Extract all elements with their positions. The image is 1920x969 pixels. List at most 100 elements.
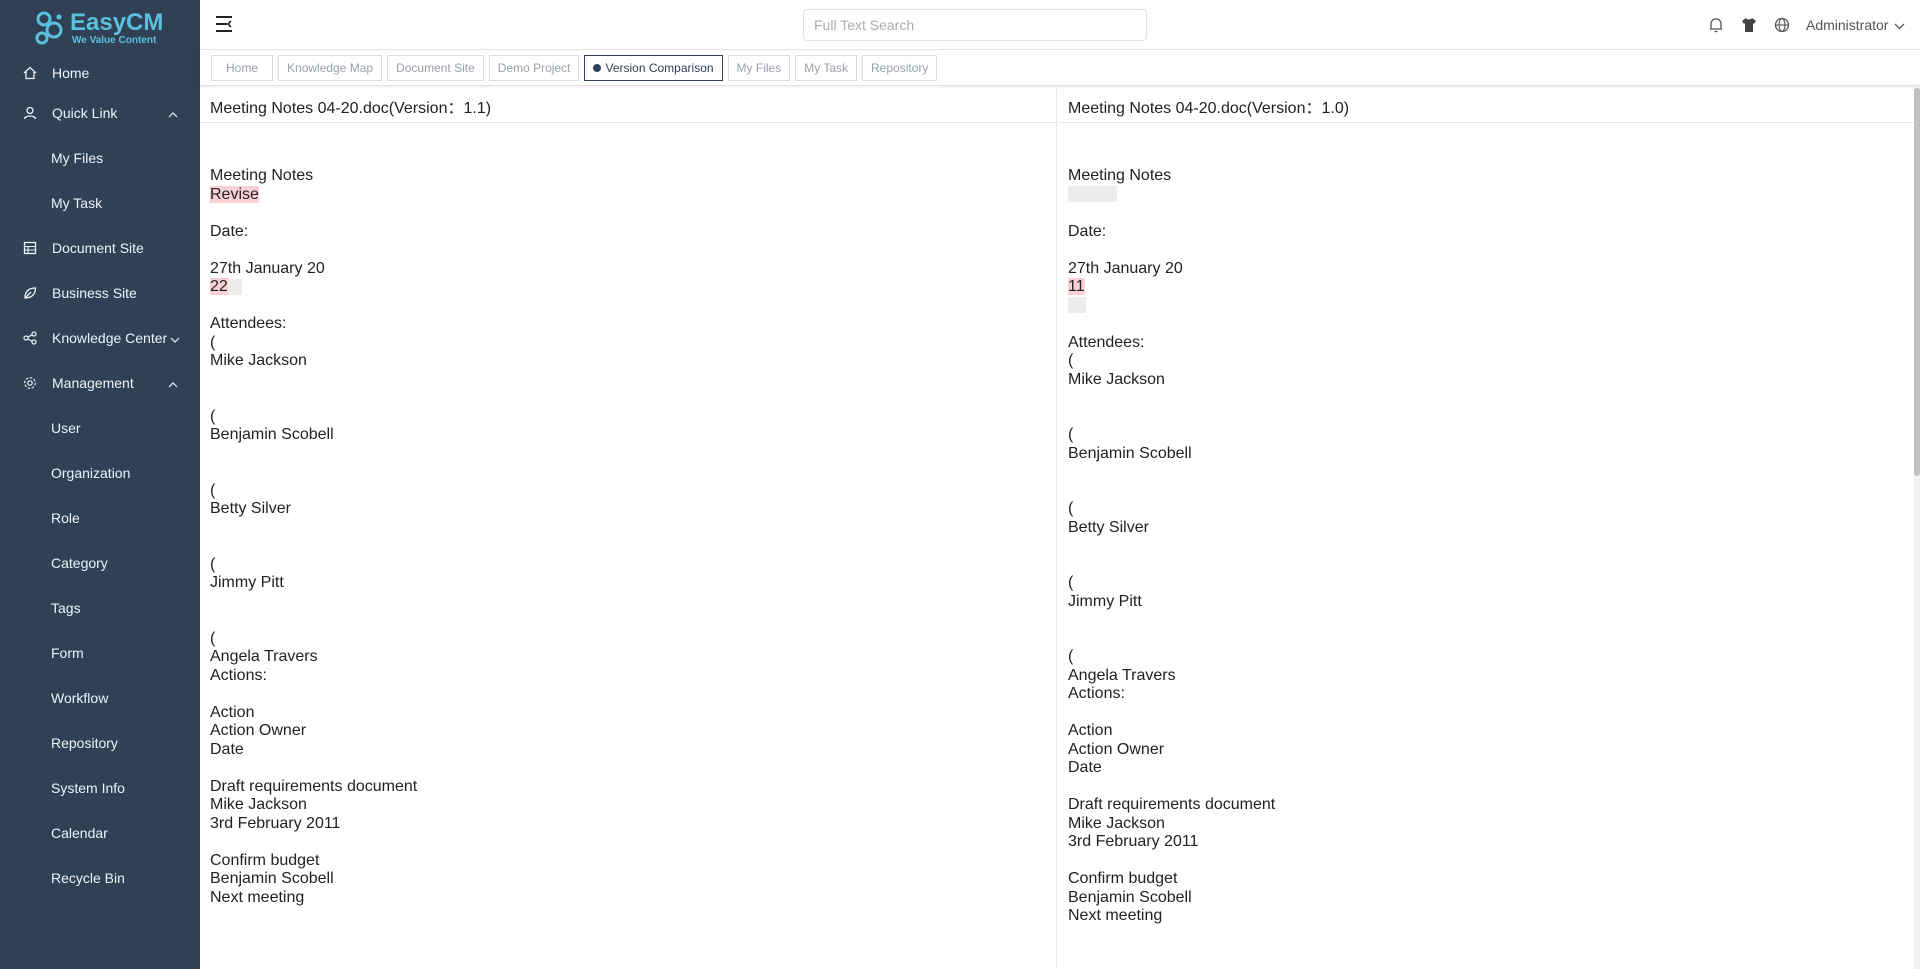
- attendee: Angela Travers: [210, 648, 318, 665]
- paren-text: (: [210, 629, 216, 647]
- tab-document-site[interactable]: Document Site: [387, 54, 484, 81]
- tab-demo-project[interactable]: Demo Project: [488, 54, 580, 81]
- menu-business-site-label: Business Site: [52, 284, 137, 301]
- menu-user[interactable]: User: [0, 405, 200, 450]
- left-document-body: Meeting Notes Revise Date: 27th January …: [200, 123, 1056, 907]
- menu-my-task-label: My Task: [51, 194, 103, 211]
- action-owner: Benjamin Scobell: [1068, 888, 1192, 906]
- vertical-scrollbar[interactable]: [1914, 86, 1920, 969]
- menu-role[interactable]: Role: [0, 495, 200, 540]
- logo-mark-icon: [32, 10, 68, 46]
- user-menu[interactable]: Administrator: [1806, 17, 1905, 33]
- tab-home[interactable]: Home: [211, 54, 274, 81]
- menu-category[interactable]: Category: [0, 540, 200, 585]
- col-date: Date: [1068, 759, 1102, 776]
- tab-demo-project-label: Demo Project: [497, 60, 571, 75]
- empty-placeholder: [1068, 297, 1086, 314]
- paren-text: (: [1068, 426, 1074, 443]
- date-label: Date:: [1068, 222, 1107, 240]
- col-date: Date: [210, 740, 244, 758]
- brand-tagline: We Value Content: [72, 34, 157, 46]
- paren-text: (: [210, 333, 216, 351]
- tab-version-comparison-label: Version Comparison: [605, 60, 714, 75]
- chevron-down-icon: [170, 330, 180, 346]
- menu-workflow[interactable]: Workflow: [0, 675, 200, 720]
- app-logo[interactable]: EasyCM We Value Content: [0, 0, 200, 56]
- paren-text: (: [1068, 352, 1074, 369]
- chevron-up-icon: [168, 375, 178, 391]
- attendee: Benjamin Scobell: [1068, 444, 1192, 462]
- right-version-title: Meeting Notes 04-20.doc(Version：1.0): [1058, 86, 1914, 123]
- menu-tags-label: Tags: [51, 599, 81, 616]
- attendee: Benjamin Scobell: [210, 426, 334, 443]
- shirt-icon[interactable]: [1740, 16, 1758, 34]
- tab-version-comparison[interactable]: Version Comparison: [584, 54, 723, 81]
- user-name: Administrator: [1806, 17, 1889, 33]
- menu-repository[interactable]: Repository: [0, 720, 200, 765]
- tab-knowledge-map[interactable]: Knowledge Map: [278, 54, 383, 81]
- tab-knowledge-map-label: Knowledge Map: [287, 60, 374, 75]
- compare-pane-left: Meeting Notes 04-20.doc(Version：1.1) Mee…: [200, 86, 1057, 969]
- top-header: Administrator: [200, 0, 1920, 50]
- menu-user-label: User: [51, 419, 81, 436]
- menu-form[interactable]: Form: [0, 630, 200, 675]
- tab-my-task[interactable]: My Task: [795, 54, 858, 81]
- menu-tags[interactable]: Tags: [0, 585, 200, 630]
- menu-calendar[interactable]: Calendar: [0, 810, 200, 855]
- menu-role-label: Role: [51, 509, 80, 526]
- menu-quick-link-label: Quick Link: [52, 104, 118, 121]
- menu-form-label: Form: [51, 644, 84, 661]
- col-owner: Action Owner: [1068, 740, 1165, 758]
- menu-system-info-label: System Info: [51, 779, 125, 796]
- chevron-down-icon: [1894, 17, 1905, 33]
- compare-pane-right: Meeting Notes 04-20.doc(Version：1.0) Mee…: [1058, 86, 1914, 969]
- menu-management[interactable]: Management: [0, 360, 200, 405]
- attendee: Jimmy Pitt: [210, 574, 284, 591]
- leaf-icon: [20, 286, 40, 300]
- user-icon: [20, 106, 40, 120]
- menu-quick-link[interactable]: Quick Link: [0, 90, 200, 135]
- paren-text: (: [1068, 574, 1074, 591]
- date-value: 27th January 20: [1068, 259, 1183, 277]
- menu-organization[interactable]: Organization: [0, 450, 200, 495]
- left-version-title: Meeting Notes 04-20.doc(Version：1.1): [200, 86, 1056, 123]
- globe-icon[interactable]: [1773, 16, 1791, 34]
- right-document-body: Meeting Notes Date: 27th January 20 11 A…: [1058, 123, 1914, 926]
- chevron-up-icon: [168, 105, 178, 121]
- menu-home-label: Home: [52, 65, 90, 81]
- scrollbar-thumb[interactable]: [1914, 88, 1920, 476]
- menu-recycle-bin[interactable]: Recycle Bin: [0, 855, 200, 900]
- version-comparison-content: Meeting Notes 04-20.doc(Version：1.1) Mee…: [200, 86, 1920, 969]
- action-item: Next meeting: [210, 888, 305, 906]
- actions-label: Actions:: [210, 666, 267, 684]
- menu-my-files[interactable]: My Files: [0, 135, 200, 180]
- tab-repository[interactable]: Repository: [862, 54, 938, 81]
- changed-text: 11: [1068, 278, 1085, 295]
- doc-heading: Meeting Notes: [210, 167, 314, 184]
- search-input[interactable]: [803, 9, 1147, 41]
- menu-system-info[interactable]: System Info: [0, 765, 200, 810]
- paren-text: (: [210, 407, 216, 425]
- date-value: 27th January 20: [210, 259, 325, 277]
- menu-business-site[interactable]: Business Site: [0, 270, 200, 315]
- action-item: Next meeting: [1068, 907, 1163, 924]
- empty-placeholder: [227, 278, 242, 295]
- changed-text: 22: [210, 278, 228, 295]
- action-item: Confirm budget: [210, 851, 320, 869]
- menu-home[interactable]: Home: [0, 56, 200, 90]
- tab-my-files[interactable]: My Files: [727, 54, 791, 81]
- menu-document-site[interactable]: Document Site: [0, 225, 200, 270]
- col-owner: Action Owner: [210, 722, 307, 739]
- hamburger-icon[interactable]: [215, 15, 235, 33]
- menu-knowledge-center[interactable]: Knowledge Center: [0, 315, 200, 360]
- paren-text: (: [210, 481, 216, 499]
- share-icon: [20, 330, 40, 345]
- menu-document-site-label: Document Site: [52, 239, 144, 256]
- paren-text: (: [210, 555, 216, 573]
- menu-recycle-bin-label: Recycle Bin: [51, 869, 125, 886]
- brand-name: EasyCM: [70, 8, 164, 36]
- menu-my-task[interactable]: My Task: [0, 180, 200, 225]
- attendees-label: Attendees:: [1068, 333, 1145, 351]
- menu-category-label: Category: [51, 554, 108, 571]
- bell-icon[interactable]: [1707, 16, 1725, 34]
